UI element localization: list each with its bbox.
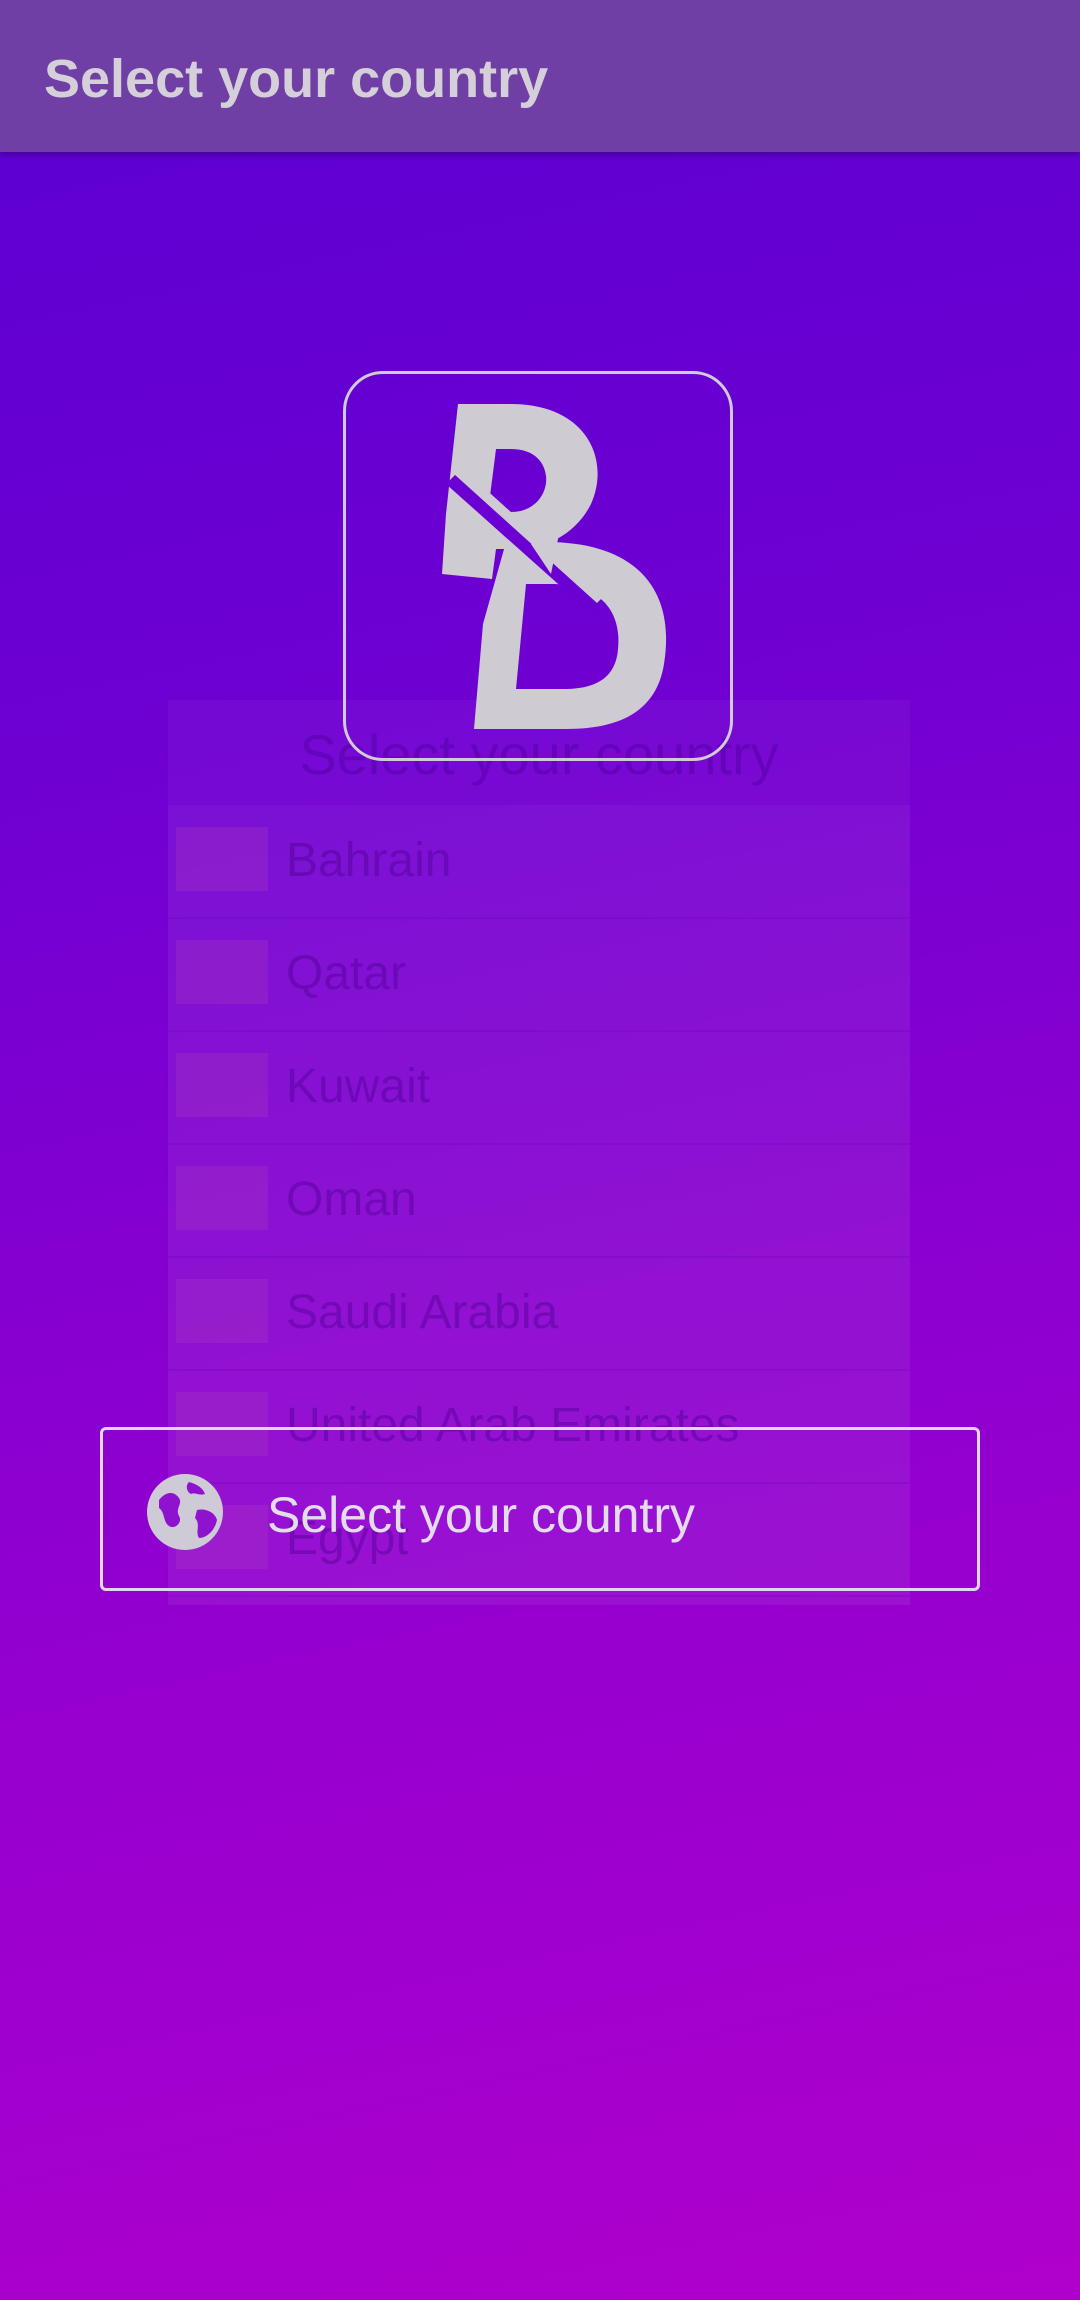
app-logo [343,371,733,761]
country-name: Bahrain [286,834,452,887]
app-bar: Select your country [0,0,1080,152]
globe-icon [147,1474,223,1550]
country-name: Kuwait [286,1060,431,1113]
country-name: Oman [286,1173,417,1226]
select-country-label: Select your country [267,1487,695,1543]
page-title: Select your country [44,49,549,109]
country-item-kuwait[interactable]: Kuwait [168,1031,910,1145]
country-item-oman[interactable]: Oman [168,1144,910,1258]
flag-icon [176,1279,268,1343]
country-item-qatar[interactable]: Qatar [168,918,910,1032]
country-item-saudi-arabia[interactable]: Saudi Arabia [168,1257,910,1371]
flag-icon [176,1166,268,1230]
country-item-bahrain[interactable]: Bahrain [168,805,910,919]
bd-logo-icon [442,404,667,729]
flag-icon [176,827,268,891]
select-country-button[interactable]: Select your country [100,1427,980,1591]
country-name: Qatar [286,947,407,1000]
flag-icon [176,1053,268,1117]
country-name: Saudi Arabia [286,1286,559,1339]
flag-icon [176,940,268,1004]
